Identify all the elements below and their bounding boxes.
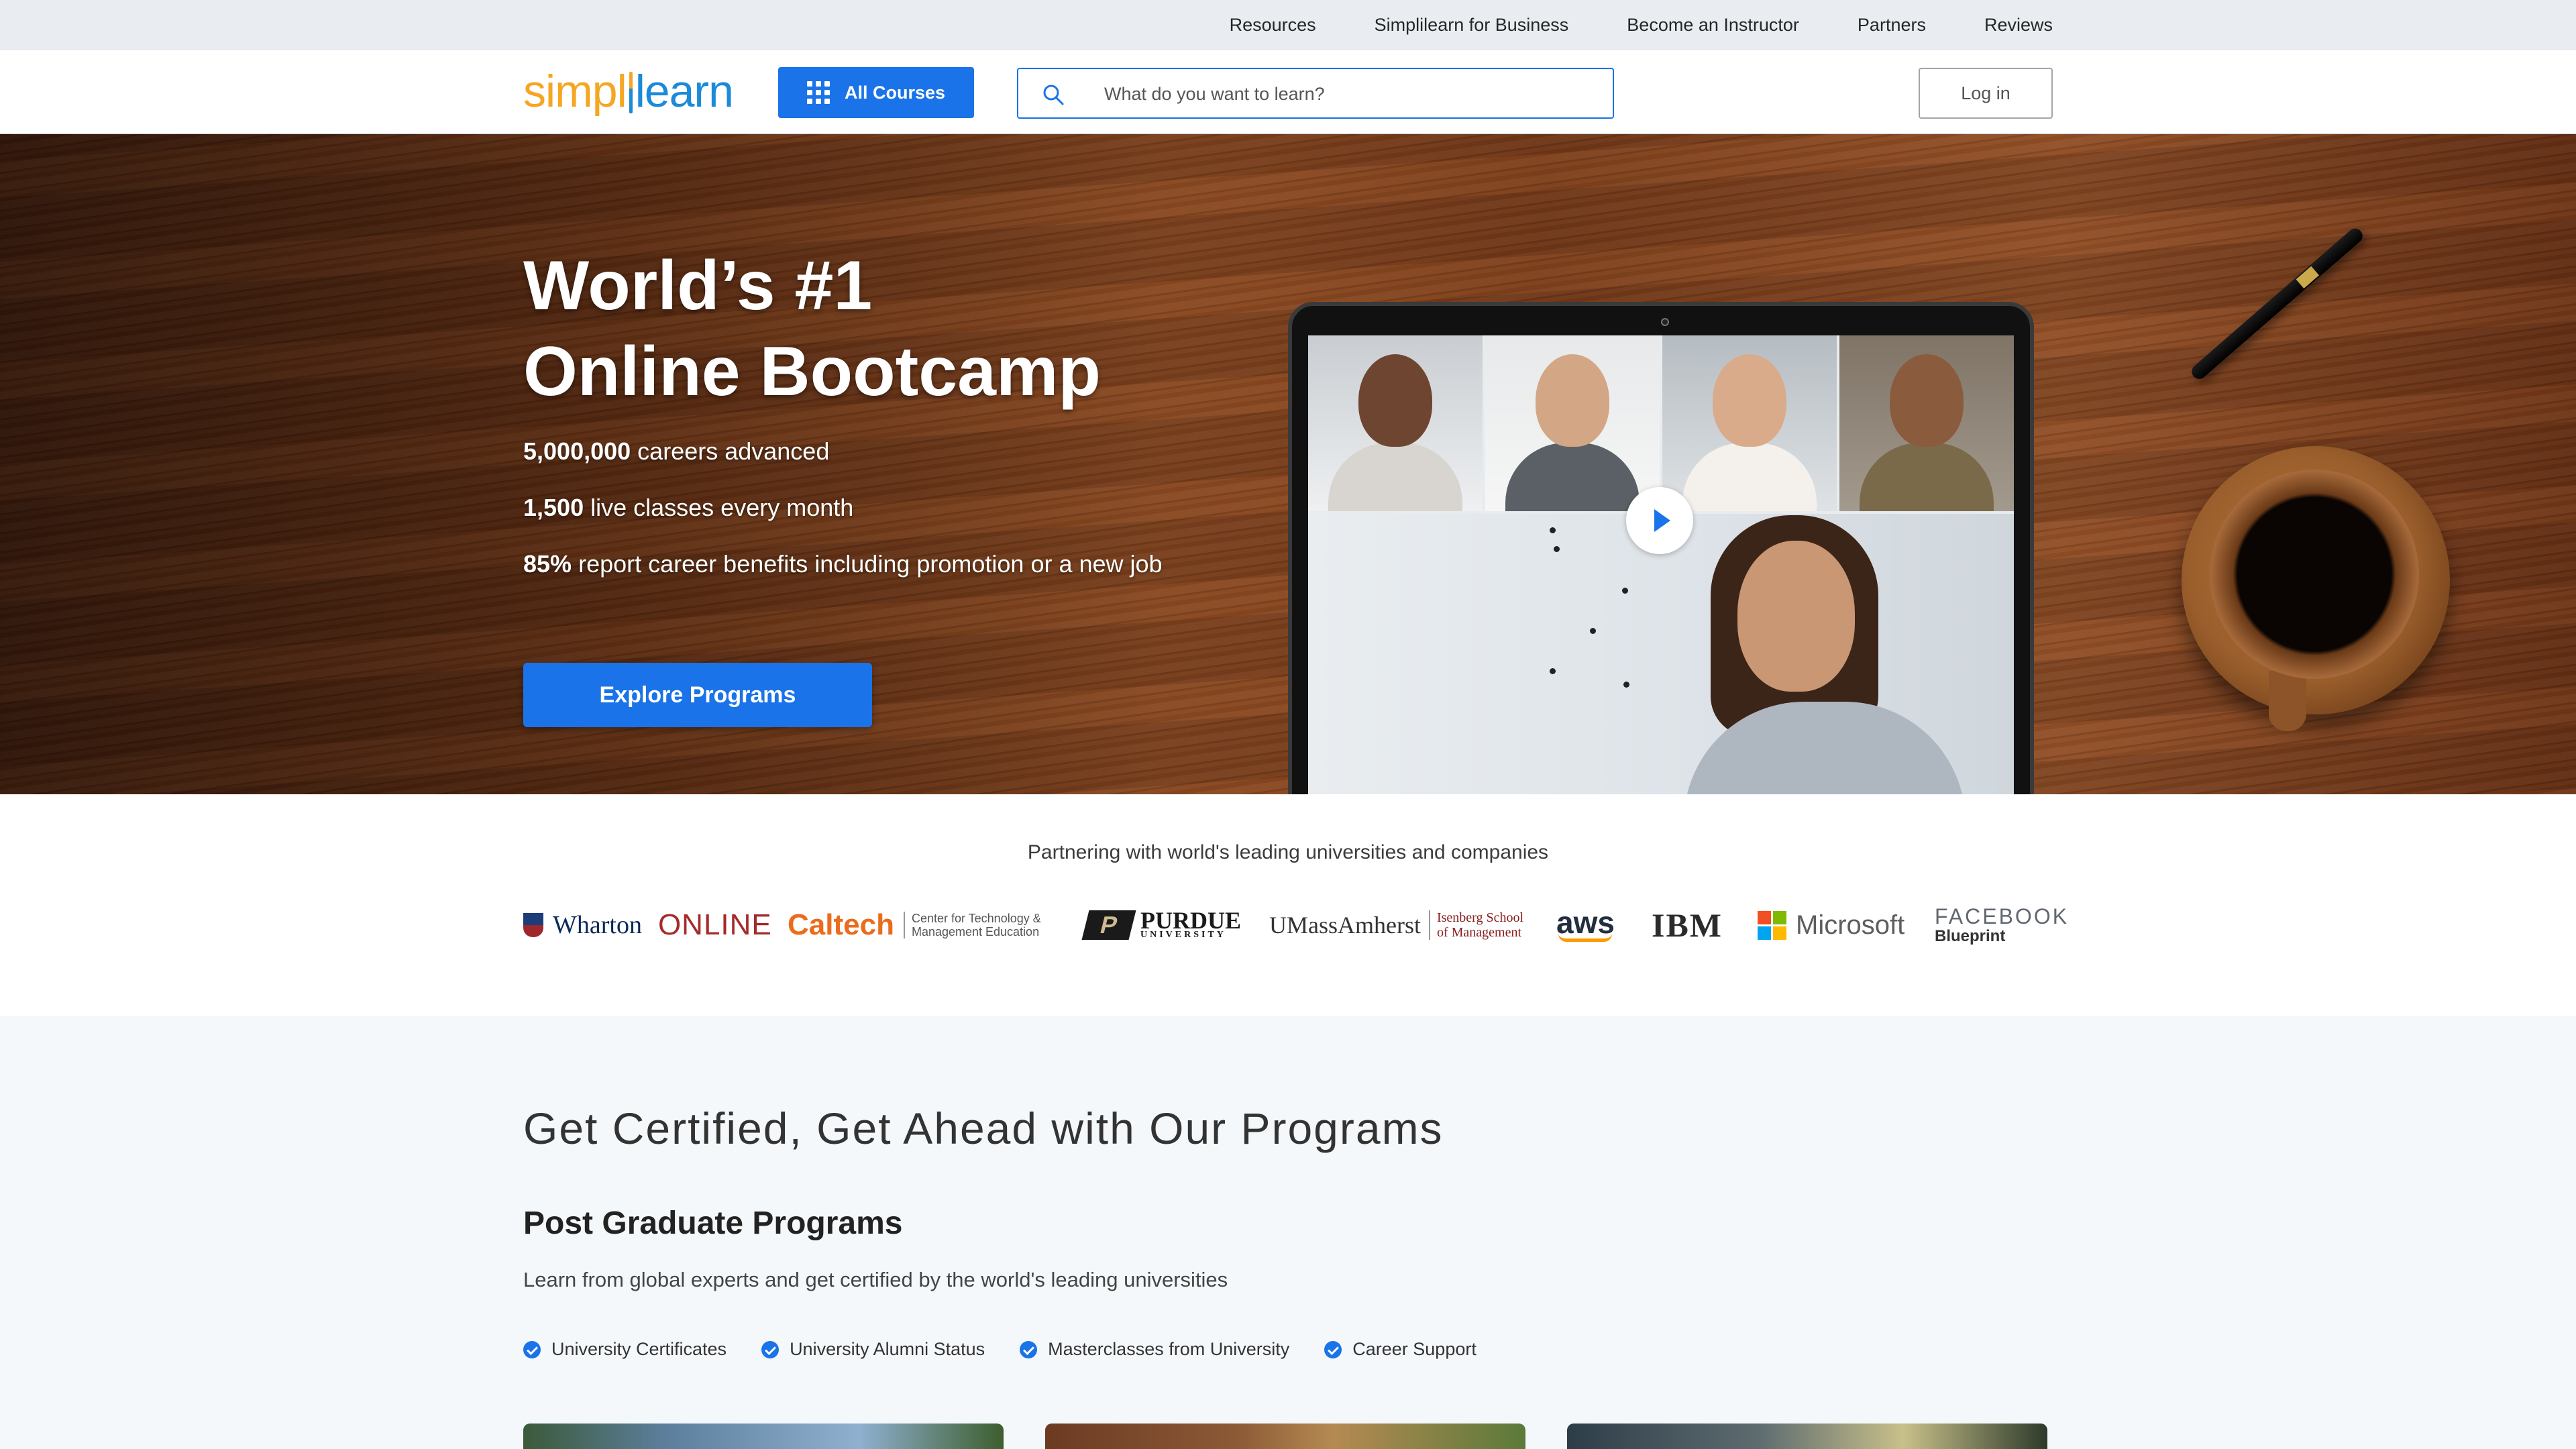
- video-tile-participant-2: [1485, 335, 1660, 511]
- utility-links: Resources Simplilearn for Business Becom…: [1230, 0, 2053, 50]
- laptop-video-image: [1288, 302, 2034, 794]
- fountain-pen-image: [2188, 225, 2366, 382]
- feature-university-certificates: University Certificates: [523, 1339, 727, 1360]
- feature-alumni-status: University Alumni Status: [761, 1339, 985, 1360]
- feature-label: Masterclasses from University: [1048, 1339, 1290, 1359]
- video-tile-participant-4: [1839, 335, 2014, 511]
- facebook-text: FACEBOOK: [1935, 904, 2070, 928]
- isenberg-line-1: Isenberg School: [1436, 910, 1524, 925]
- hero-stat-careers: 5,000,000 careers advanced: [523, 437, 829, 466]
- program-card-1[interactable]: [523, 1424, 1004, 1449]
- laptop-camera: [1661, 318, 1669, 326]
- stat-text: live classes every month: [590, 494, 854, 521]
- video-tile-participant-3: [1662, 335, 1837, 511]
- purdue-logo: P PURDUE UNIVERSITY: [1081, 902, 1241, 949]
- isenberg-text: Isenberg School of Management: [1428, 910, 1524, 940]
- hero-title-line-2: Online Bootcamp: [523, 333, 1101, 411]
- utility-link-reviews[interactable]: Reviews: [1984, 15, 2053, 36]
- stat-text: report career benefits including promoti…: [578, 550, 1163, 578]
- stat-text: careers advanced: [637, 437, 830, 465]
- check-badge-icon: [1324, 1340, 1342, 1358]
- check-badge-icon: [1020, 1340, 1038, 1358]
- partners-section: Partnering with world's leading universi…: [0, 794, 2576, 1016]
- play-icon[interactable]: [1626, 487, 1693, 554]
- feature-label: Career Support: [1352, 1339, 1477, 1359]
- isenberg-line-2: of Management: [1436, 925, 1522, 940]
- utility-link-partners[interactable]: Partners: [1858, 15, 1926, 36]
- feature-label: University Alumni Status: [790, 1339, 985, 1359]
- aws-smile-icon: [1558, 934, 1613, 942]
- hero-stat-classes: 1,500 live classes every month: [523, 494, 853, 522]
- logo-separator: [629, 72, 633, 113]
- stat-value: 85%: [523, 550, 572, 578]
- utility-link-resources[interactable]: Resources: [1230, 15, 1316, 36]
- feature-career-support: Career Support: [1324, 1339, 1477, 1360]
- purdue-p-icon: P: [1081, 910, 1136, 940]
- search-input[interactable]: [1104, 78, 1587, 109]
- programs-section-title: Get Certified, Get Ahead with Our Progra…: [523, 1104, 1444, 1153]
- stat-value: 5,000,000: [523, 437, 631, 465]
- aws-logo: aws: [1556, 902, 1615, 949]
- all-courses-label: All Courses: [844, 82, 946, 103]
- video-tile-participant-1: [1308, 335, 1483, 511]
- utility-link-business[interactable]: Simplilearn for Business: [1375, 15, 1569, 36]
- feature-masterclasses: Masterclasses from University: [1020, 1339, 1289, 1360]
- wharton-online-logo: Wharton ONLINE: [523, 902, 772, 949]
- purdue-text-block: PURDUE UNIVERSITY: [1140, 908, 1241, 940]
- check-badge-icon: [761, 1340, 780, 1358]
- wharton-shield-icon: [523, 913, 543, 937]
- feature-label: University Certificates: [551, 1339, 727, 1359]
- program-card-3[interactable]: [1567, 1424, 2047, 1449]
- ctme-line-1: Center for Technology &: [911, 912, 1041, 925]
- simplilearn-logo[interactable]: simpl learn: [523, 66, 734, 117]
- umass-text: UMassAmherst: [1269, 912, 1421, 938]
- facebook-blueprint-logo: FACEBOOK Blueprint: [1935, 902, 2069, 949]
- blueprint-text: Blueprint: [1935, 927, 2006, 945]
- video-screen: [1308, 335, 2014, 794]
- program-features: University Certificates University Alumn…: [523, 1339, 1477, 1360]
- grid-icon: [806, 81, 830, 104]
- utility-link-instructor[interactable]: Become an Instructor: [1627, 15, 1799, 36]
- logo-text-learn: learn: [635, 66, 734, 117]
- wharton-online-text: ONLINE: [657, 908, 772, 941]
- login-button[interactable]: Log in: [1919, 68, 2053, 119]
- post-graduate-description: Learn from global experts and get certif…: [523, 1268, 1228, 1291]
- microsoft-logo: Microsoft: [1758, 902, 1904, 949]
- logo-text-simpl: simpl: [523, 66, 627, 117]
- coffee-cup-handle-image: [2269, 671, 2306, 731]
- hero-stat-benefits: 85% report career benefits including pro…: [523, 550, 1163, 578]
- aws-text: aws: [1556, 905, 1615, 940]
- hero-title: World’s #1 Online Bootcamp: [523, 243, 1261, 415]
- stat-value: 1,500: [523, 494, 584, 521]
- microsoft-squares-icon: [1758, 910, 1786, 940]
- explore-programs-button[interactable]: Explore Programs: [523, 663, 872, 727]
- hero-banner: World’s #1 Online Bootcamp 5,000,000 car…: [0, 134, 2576, 794]
- programs-section: Get Certified, Get Ahead with Our Progra…: [0, 1016, 2576, 1449]
- search-icon: [1043, 85, 1064, 105]
- caltech-text: Caltech: [788, 908, 894, 941]
- post-graduate-title: Post Graduate Programs: [523, 1205, 903, 1241]
- umass-isenberg-logo: UMassAmherst Isenberg School of Managemen…: [1269, 902, 1523, 949]
- ctme-text: Center for Technology & Management Educat…: [903, 912, 1041, 938]
- main-header: simpllearn All Courses Log in: [0, 50, 2576, 134]
- utility-bar: Resources Simplilearn for Business Becom…: [0, 0, 2576, 50]
- search-box[interactable]: [1017, 68, 1614, 119]
- ctme-line-2: Management Education: [911, 925, 1040, 938]
- purdue-sub-text: UNIVERSITY: [1140, 930, 1226, 940]
- check-badge-icon: [523, 1340, 541, 1358]
- program-card-2[interactable]: [1045, 1424, 1525, 1449]
- coffee-cup-image: [2210, 470, 2419, 679]
- wharton-text: Wharton: [553, 911, 642, 939]
- caltech-ctme-logo: Caltech Center for Technology & Managemen…: [788, 902, 1041, 949]
- partners-heading: Partnering with world's leading universi…: [1027, 841, 1549, 863]
- ibm-logo: IBM: [1652, 906, 1723, 944]
- hero-title-line-1: World’s #1: [523, 247, 873, 325]
- video-tile-presenter: [1308, 514, 2014, 794]
- microsoft-text: Microsoft: [1796, 910, 1905, 940]
- all-courses-button[interactable]: All Courses: [778, 67, 974, 118]
